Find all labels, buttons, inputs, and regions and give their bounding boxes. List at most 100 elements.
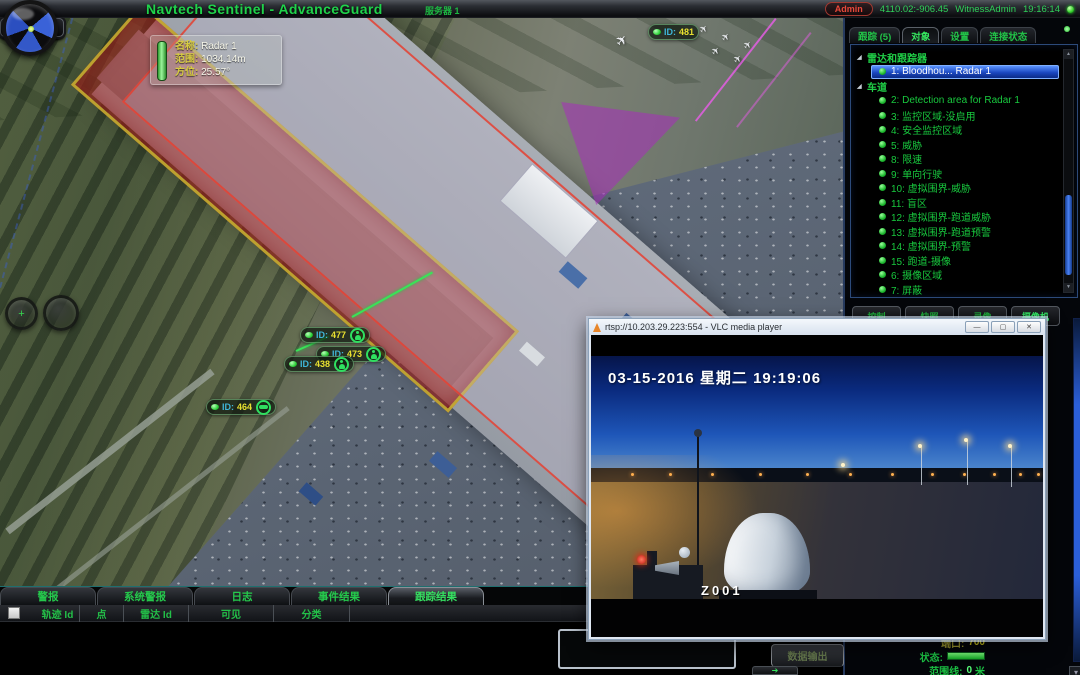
lamp-icon bbox=[841, 463, 845, 467]
zoom-out-dial[interactable] bbox=[43, 295, 79, 331]
letterbox-bottom bbox=[591, 599, 1043, 637]
sidebar-tab[interactable]: 跟踪 (5) bbox=[849, 27, 900, 43]
tree-item[interactable]: ◢ 1: Bloodhou... Radar 1 bbox=[855, 65, 1061, 80]
vlc-window-title: rtsp://10.203.29.223:554 - VLC media pla… bbox=[605, 322, 961, 332]
radar-name-row: 名称: Radar 1 bbox=[175, 40, 275, 53]
tree-item[interactable]: ◢ 14: 虚拟围界-预警 bbox=[855, 239, 1061, 254]
tree-item[interactable]: ◢ 12: 虚拟围界-跑道威胁 bbox=[855, 210, 1061, 225]
radar-info-tooltip: 名称: Radar 1 范围: 1034.14m 方位: 25.57° bbox=[150, 35, 282, 85]
column-header[interactable]: 可见 bbox=[189, 605, 274, 622]
tree-item[interactable]: ◢ 5: 威胁 bbox=[855, 137, 1061, 152]
arrow-button[interactable]: ➔ bbox=[752, 666, 798, 675]
target-dot-icon bbox=[211, 404, 219, 410]
item-bullet-icon bbox=[879, 271, 886, 278]
data-output-button[interactable]: 数据输出 bbox=[771, 644, 844, 667]
app-title: Navtech Sentinel - AdvanceGuard bbox=[146, 1, 383, 17]
expand-arrow-icon[interactable]: ◢ bbox=[857, 54, 867, 61]
cursor-coordinates: 4110.02:-906.45 bbox=[880, 4, 949, 15]
vlc-window-controls: — ▢ ✕ bbox=[965, 321, 1041, 333]
tree-item[interactable]: ◢ 7: 屏蔽 bbox=[855, 282, 1061, 297]
target-class-icon bbox=[334, 357, 349, 372]
tree-item[interactable]: ◢ 4: 安全监控区域 bbox=[855, 123, 1061, 138]
tree-scrollbar[interactable]: ▲ ▼ bbox=[1063, 49, 1074, 293]
select-all-checkbox[interactable] bbox=[8, 607, 20, 619]
item-bullet-icon bbox=[879, 184, 886, 191]
tree-item[interactable]: ◢ 9: 单向行驶 bbox=[855, 166, 1061, 181]
bottom-tab[interactable]: 警报 bbox=[0, 587, 96, 605]
tree-item[interactable]: ◢ 6: 摄像区域 bbox=[855, 268, 1061, 283]
bottom-tab[interactable]: 跟踪结果 bbox=[388, 587, 484, 605]
tree-item[interactable]: ◢ 11: 盲区 bbox=[855, 195, 1061, 210]
item-bullet-icon bbox=[879, 112, 886, 119]
window-control-button[interactable]: ▢ bbox=[991, 321, 1015, 333]
lamp-icon bbox=[918, 444, 922, 448]
radar-status-bar-icon bbox=[157, 41, 167, 81]
video-timestamp: 03-15-2016 星期二 19:19:06 bbox=[608, 367, 821, 388]
connection-status-dot-icon bbox=[1067, 6, 1074, 13]
red-beacon-icon bbox=[637, 555, 646, 564]
target-class-icon bbox=[366, 347, 381, 362]
item-bullet-icon bbox=[879, 141, 886, 148]
scrollbar-thumb[interactable] bbox=[1065, 195, 1072, 275]
bottom-tab[interactable]: 事件结果 bbox=[291, 587, 387, 605]
title-bar[interactable]: Navtech Sentinel - AdvanceGuard 服务器 1 Ad… bbox=[0, 0, 1080, 18]
tree-item[interactable]: ◢ 10: 虚拟围界-威胁 bbox=[855, 181, 1061, 196]
sidebar-tab[interactable]: 对象 bbox=[902, 27, 939, 43]
column-header[interactable]: 点 bbox=[80, 605, 124, 622]
object-tree: ◢ 雷达和跟踪器 ◢ 1: Bloodhou... Radar 1 ◢ 车道 ◢ bbox=[855, 50, 1061, 297]
panel-corner-button[interactable]: ▾ bbox=[1069, 666, 1080, 675]
state-row: 状态: bbox=[895, 650, 985, 662]
zoom-in-dial[interactable]: + bbox=[5, 297, 38, 330]
light-pole bbox=[967, 441, 968, 485]
letterbox-top bbox=[591, 335, 1043, 356]
tracked-target-label[interactable]: ID: 464 bbox=[206, 399, 276, 415]
window-control-button[interactable]: ✕ bbox=[1017, 321, 1041, 333]
server-label: 服务器 1 bbox=[425, 4, 460, 17]
column-header-row: 轨迹 Id 点 雷达 Id 可见 分类 bbox=[36, 605, 350, 622]
tracked-target-label[interactable]: ID: 477 bbox=[300, 327, 370, 343]
item-bullet-icon bbox=[879, 170, 886, 177]
tree-item[interactable]: ◢ 3: 监控区域-没启用 bbox=[855, 108, 1061, 123]
vlc-title-bar[interactable]: rtsp://10.203.29.223:554 - VLC media pla… bbox=[589, 319, 1045, 335]
scroll-down-icon[interactable]: ▼ bbox=[1064, 283, 1073, 292]
column-header[interactable]: 雷达 Id bbox=[124, 605, 189, 622]
tree-item[interactable]: ◢ 2: Detection area for Radar 1 bbox=[855, 94, 1061, 109]
target-dot-icon bbox=[653, 29, 661, 35]
bottom-tab[interactable]: 系统警报 bbox=[97, 587, 193, 605]
item-bullet-icon bbox=[879, 286, 886, 293]
camera-status-block: 端口: 700 状态: 范围线: 0 米 bbox=[895, 636, 985, 675]
equipment-cluster bbox=[633, 545, 707, 601]
sidebar-tab[interactable]: 连接状态 bbox=[980, 27, 1036, 43]
light-pole bbox=[1011, 447, 1012, 487]
range-row: 范围线: 0 米 bbox=[895, 664, 985, 675]
tree-item[interactable]: ◢ 雷达和跟踪器 bbox=[855, 50, 1061, 65]
tracked-target-label[interactable]: ID: 438 bbox=[284, 356, 354, 372]
target-class-icon bbox=[350, 328, 365, 343]
light-pole bbox=[921, 447, 922, 485]
item-bullet-icon bbox=[879, 68, 886, 75]
scroll-up-icon[interactable]: ▲ bbox=[1064, 50, 1073, 59]
tree-item[interactable]: ◢ 车道 bbox=[855, 79, 1061, 94]
expand-arrow-icon[interactable]: ◢ bbox=[857, 83, 867, 90]
item-bullet-icon bbox=[879, 228, 886, 235]
tree-item[interactable]: ◢ 8: 限速 bbox=[855, 152, 1061, 167]
lamp-icon bbox=[964, 438, 968, 442]
item-bullet-icon bbox=[879, 199, 886, 206]
tracked-target-label[interactable]: ID: 481 bbox=[648, 24, 699, 40]
admin-badge[interactable]: Admin bbox=[825, 2, 873, 16]
bottom-tab-strip: 警报 系统警报 日志 事件结果 跟踪结果 bbox=[0, 587, 484, 605]
tree-item[interactable]: ◢ 15: 跑道-摄像 bbox=[855, 253, 1061, 268]
sidebar-tab[interactable]: 设置 bbox=[941, 27, 978, 43]
bottom-tab[interactable]: 日志 bbox=[194, 587, 290, 605]
item-bullet-icon bbox=[879, 213, 886, 220]
window-control-button[interactable]: — bbox=[965, 321, 989, 333]
tree-item[interactable]: ◢ 13: 虚拟围界-跑道预警 bbox=[855, 224, 1061, 239]
item-bullet-icon bbox=[879, 242, 886, 249]
column-header[interactable]: 分类 bbox=[274, 605, 350, 622]
panel-scrollbar[interactable] bbox=[1073, 318, 1080, 662]
column-header[interactable]: 轨迹 Id bbox=[36, 605, 80, 622]
vlc-video-area[interactable]: 03-15-2016 星期二 19:19:06 Z001 bbox=[591, 335, 1043, 637]
item-bullet-icon bbox=[879, 126, 886, 133]
lamp-icon bbox=[1008, 444, 1012, 448]
vlc-player-window[interactable]: rtsp://10.203.29.223:554 - VLC media pla… bbox=[588, 318, 1046, 640]
